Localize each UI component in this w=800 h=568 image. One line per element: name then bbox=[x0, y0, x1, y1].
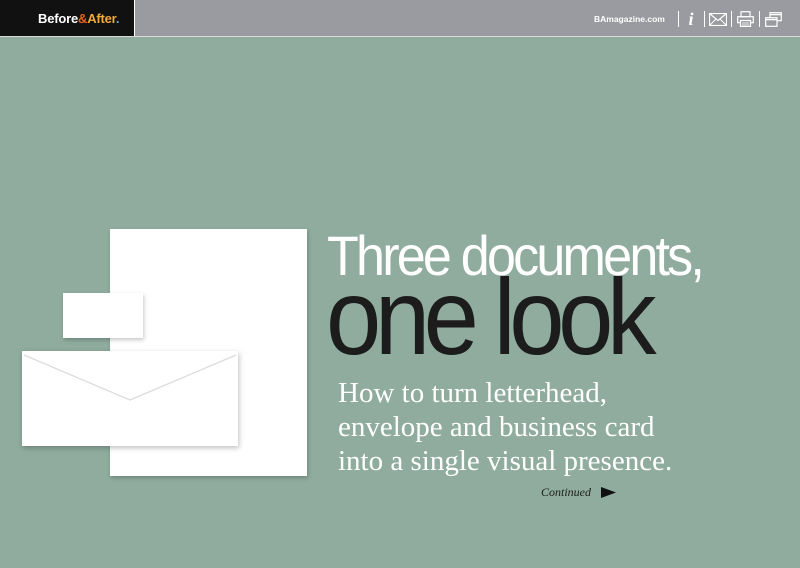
print-icon[interactable] bbox=[735, 10, 755, 28]
info-icon[interactable]: i bbox=[681, 10, 701, 28]
envelope-illustration bbox=[22, 351, 238, 446]
top-toolbar: Before&After. BAmagazine.com i bbox=[0, 0, 800, 37]
subhead: How to turn letterhead, envelope and bus… bbox=[338, 376, 778, 478]
business-card-illustration bbox=[63, 293, 143, 338]
continued-label: Continued bbox=[541, 485, 591, 499]
subhead-line: into a single visual presence. bbox=[338, 445, 673, 477]
toolbar-divider bbox=[678, 11, 679, 27]
subhead-line: envelope and business card bbox=[338, 411, 655, 443]
magazine-page: Before&After. BAmagazine.com i Three doc… bbox=[0, 0, 800, 568]
arrow-right-icon bbox=[601, 487, 616, 498]
subhead-line: How to turn letterhead, bbox=[338, 377, 607, 409]
headline-line-2: one look bbox=[326, 256, 657, 377]
logo-wordmark: Before&After. bbox=[38, 10, 120, 26]
window-icon[interactable] bbox=[763, 10, 783, 28]
toolbar-divider bbox=[704, 11, 705, 27]
email-icon[interactable] bbox=[708, 10, 728, 28]
toolbar-divider bbox=[731, 11, 732, 27]
continued-link[interactable]: Continued bbox=[541, 485, 616, 500]
magazine-logo[interactable]: Before&After. bbox=[0, 0, 135, 36]
site-link[interactable]: BAmagazine.com bbox=[594, 14, 665, 24]
toolbar-divider bbox=[759, 11, 760, 27]
